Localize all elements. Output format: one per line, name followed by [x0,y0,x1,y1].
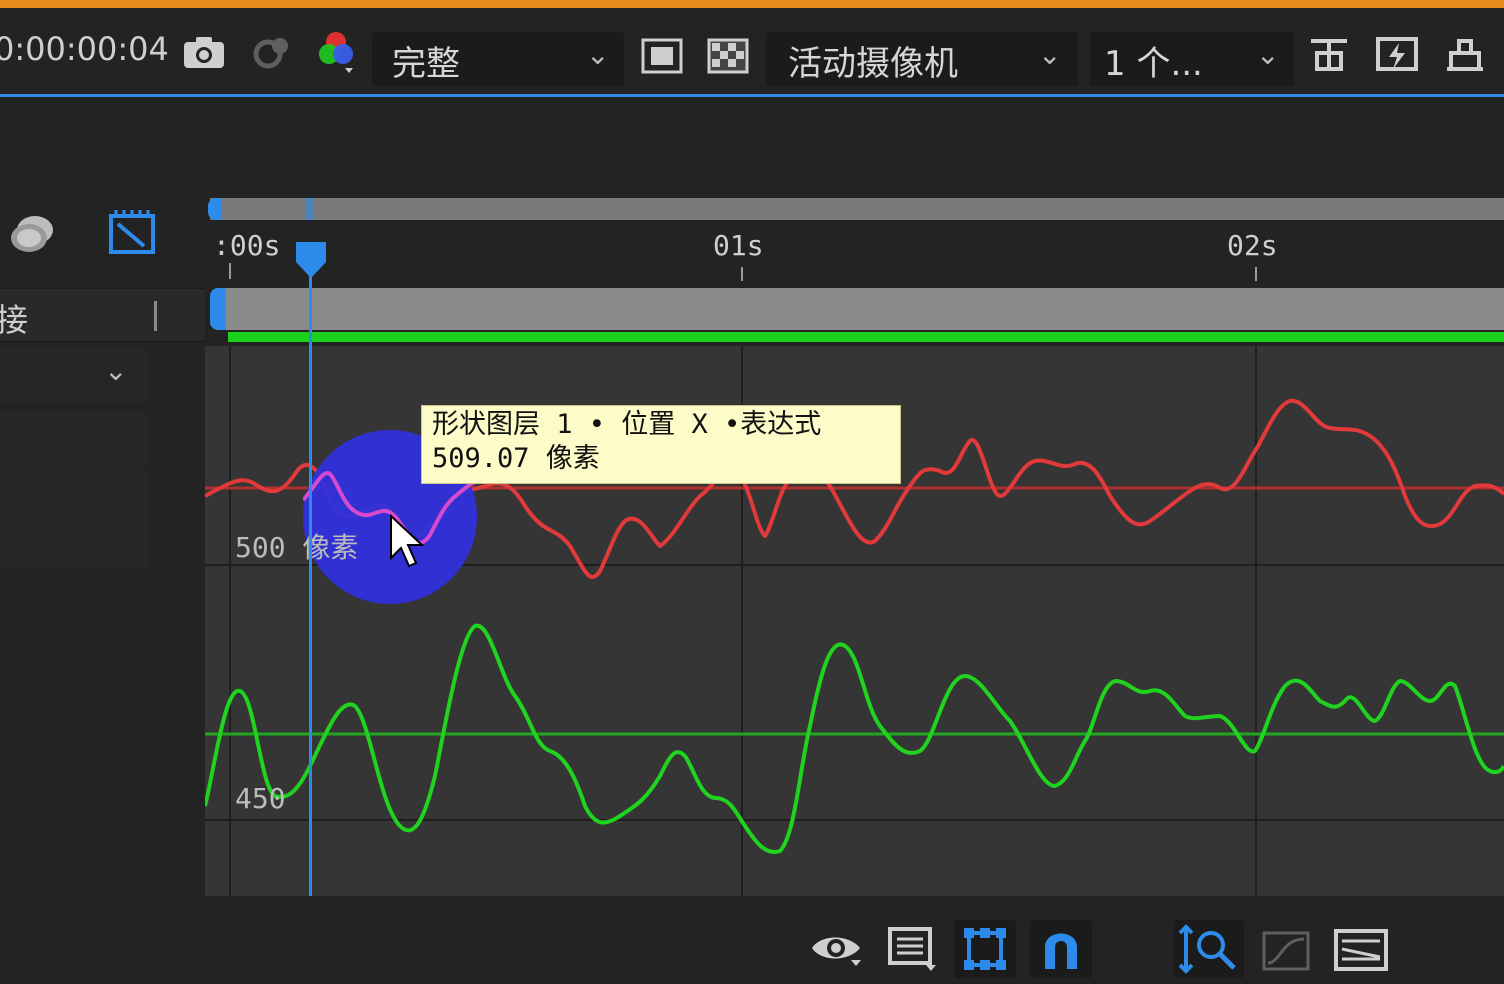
transform-box-icon[interactable] [954,920,1016,978]
tick-mark [741,267,743,281]
property-row[interactable] [0,468,150,568]
work-area-start-handle[interactable] [210,288,226,330]
chevron-down-icon: ⌄ [1038,38,1062,71]
time-navigator[interactable] [210,198,1504,220]
playhead-line[interactable] [309,243,312,896]
viewer-toolbar: 0:00:00:04 完整 ⌄ 活动摄像机 ⌄ 1 个... ⌄ [0,8,1504,94]
time-ruler[interactable]: :00s 01s 02s [205,225,1504,283]
transparency-grid-icon[interactable] [704,32,752,80]
eye-icon[interactable] [808,924,864,972]
fit-zoom-icon[interactable] [1174,920,1244,978]
work-area-bar[interactable] [225,288,1504,330]
flowchart-icon[interactable] [1440,30,1490,80]
camera-dropdown[interactable]: 活动摄像机 ⌄ [766,32,1078,86]
resolution-dropdown[interactable]: 完整 ⌄ [372,32,624,86]
view-layout-dropdown[interactable]: 1 个... ⌄ [1090,32,1294,86]
rgb-channels-icon[interactable] [314,28,358,76]
camera-icon[interactable] [180,30,228,74]
chevron-down-icon: ⌄ [586,38,610,71]
tick-label: :00s [213,229,281,262]
snapshot-icon[interactable] [248,30,296,74]
fast-preview-icon[interactable] [1372,30,1422,80]
chevron-down-icon: ⌄ [104,354,128,387]
chevron-down-icon: ⌄ [1256,38,1280,71]
axis-label-upper: 500 像素 [235,531,359,564]
property-dropdown[interactable]: ⌄ [0,346,150,402]
snapping-magnet-icon[interactable] [1030,920,1092,978]
graph-editor-toolbar [0,896,1504,984]
camera-label: 活动摄像机 [788,44,958,84]
mouse-cursor-icon [390,514,425,568]
region-of-interest-icon[interactable] [638,32,686,80]
layout-icon[interactable] [1304,30,1354,80]
resolution-label: 完整 [392,44,460,84]
timecode[interactable]: 0:00:00:04 [0,30,169,68]
navigator-start-handle[interactable] [208,198,222,220]
navigator-playhead-marker [306,198,314,220]
tooltip-property-path: 形状图层 1 • 位置 X •表达式 [432,409,822,440]
axis-label-lower: 450 [235,782,286,815]
tick-label: 02s [1227,229,1278,262]
shy-layers-icon[interactable] [4,205,60,261]
layer-row-label: 接 [0,301,29,339]
column-divider [154,301,157,331]
tick-mark [229,263,231,279]
separate-dimensions-icon[interactable] [1330,924,1392,976]
value-tooltip: 形状图层 1 • 位置 X •表达式 509.07 像素 [421,405,901,484]
green-value-curve [205,623,1504,854]
view-count-label: 1 个... [1104,44,1203,84]
tick-label: 01s [713,229,764,262]
layer-duration-bar [228,332,1504,342]
tooltip-value: 509.07 像素 [432,443,600,474]
layer-row[interactable]: 接 [0,288,205,342]
property-row[interactable] [0,410,150,465]
tick-mark [1255,267,1257,281]
list-icon[interactable] [884,924,940,974]
window-accent-bar [0,0,1504,8]
timeline-header [0,97,1504,195]
graph-editor-icon[interactable] [104,205,160,261]
graph-type-icon[interactable] [1258,924,1314,974]
